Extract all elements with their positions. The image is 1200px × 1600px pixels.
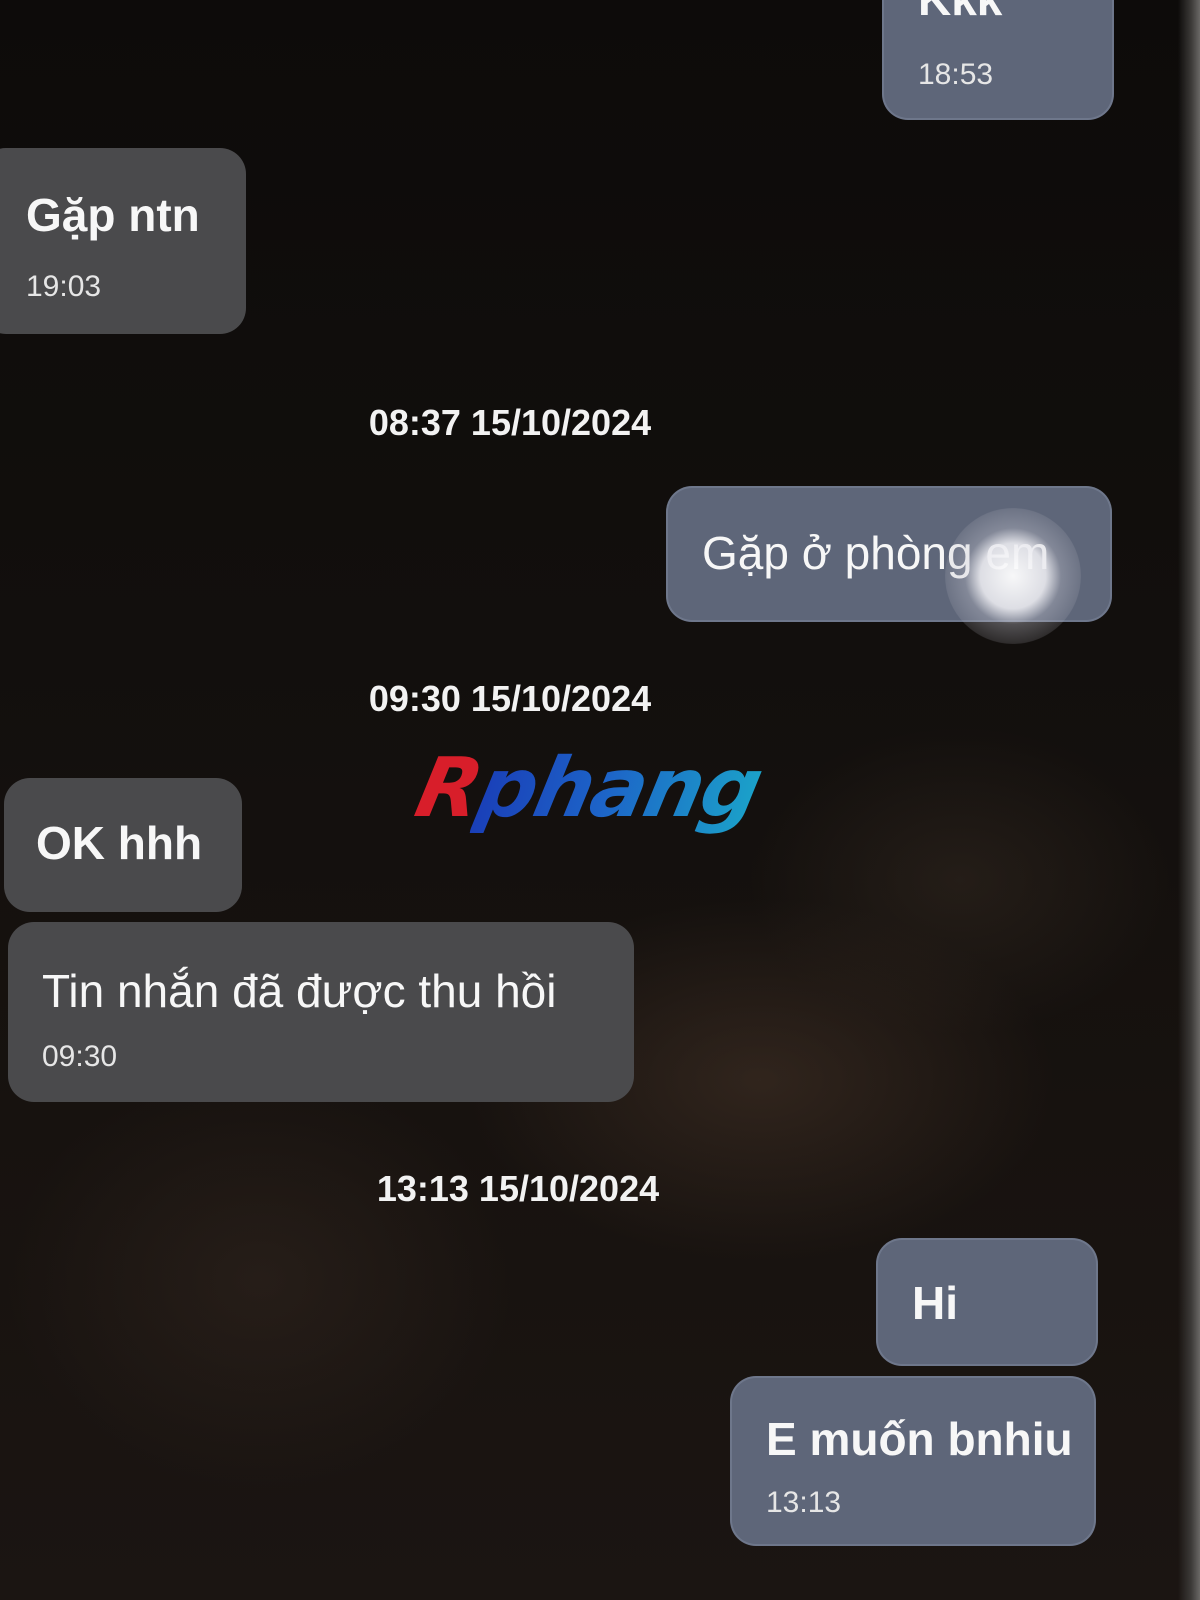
message-text: OK hhh <box>36 817 203 869</box>
message-text: Gặp ntn <box>26 189 200 241</box>
watermark-rest: phang <box>469 741 769 836</box>
message-text: Kkk <box>918 0 1002 22</box>
message-time: 13:13 <box>766 1486 842 1519</box>
date-separator: 13:13 15/10/2024 <box>376 1168 660 1209</box>
touch-indicator <box>945 508 1081 644</box>
message-time: 19:03 <box>26 270 102 303</box>
recalled-message-text: Tin nhắn đã được thu hồi <box>42 965 557 1017</box>
date-separator: 09:30 15/10/2024 <box>368 678 652 719</box>
message-bubble-recalled[interactable]: Tin nhắn đã được thu hồi 09:30 <box>8 922 634 1102</box>
message-bubble-outgoing[interactable]: E muốn bnhiu 13:13 <box>730 1376 1096 1546</box>
screen-edge <box>1178 0 1200 1600</box>
message-bubble-outgoing[interactable]: Kkk 18:53 <box>882 0 1114 120</box>
date-separator: 08:37 15/10/2024 <box>368 402 652 443</box>
message-text: E muốn bnhiu <box>766 1413 1073 1465</box>
message-bubble-incoming[interactable]: Gặp ntn 19:03 <box>0 148 246 334</box>
message-text: Hi <box>912 1277 958 1329</box>
message-bubble-outgoing[interactable]: Hi <box>876 1238 1098 1366</box>
message-time: 09:30 <box>42 1040 118 1073</box>
message-bubble-incoming[interactable]: OK hhh <box>4 778 242 912</box>
watermark-logo: Rphang <box>408 741 769 836</box>
message-time: 18:53 <box>918 58 994 91</box>
